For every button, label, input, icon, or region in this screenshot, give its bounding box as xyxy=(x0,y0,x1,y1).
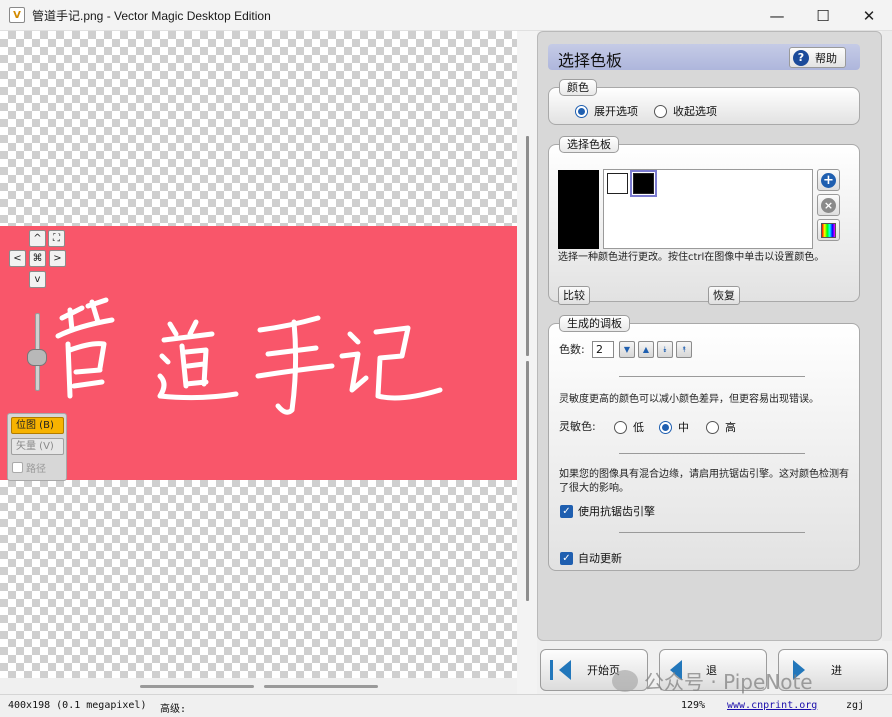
sensitivity-note: 灵敏度更高的颜色可以减小颜色差异，但更容易出现错误。 xyxy=(559,394,819,405)
radio-icon[interactable] xyxy=(614,420,627,434)
wizard-panel: 选择色板 ? 帮助 颜色 展开选项 收起选项 选择色板 + × 选择一种颜色进行… xyxy=(537,31,882,641)
home-arrow-icon xyxy=(559,660,571,680)
next-label: 进 xyxy=(831,664,842,677)
antialias-note: 如果您的图像具有混合边缘，请启用抗锯齿引擎。这对颜色检测有了很大的影响。 xyxy=(559,469,849,494)
antialias-label: 使用抗锯齿引擎 xyxy=(578,505,655,518)
palette-group-label: 选择色板 xyxy=(559,136,619,153)
panel-header: 选择色板 ? 帮助 xyxy=(548,44,860,70)
radio-selected-icon[interactable] xyxy=(659,420,672,434)
selected-color-preview xyxy=(558,170,599,249)
home-bar-icon xyxy=(550,660,553,680)
fit-view-icon[interactable]: ⛶ xyxy=(48,230,65,247)
panel-splitter[interactable] xyxy=(517,31,537,694)
palette-swatch-list[interactable] xyxy=(603,169,813,249)
wechat-icon xyxy=(612,669,638,692)
level-label: 高级: xyxy=(160,704,187,715)
color-group-label: 颜色 xyxy=(559,79,597,96)
watermark-text: 公众号 · PipeNote xyxy=(644,670,813,694)
app-icon: V xyxy=(9,7,25,23)
radio-selected-icon[interactable] xyxy=(575,104,588,118)
splitter-grip-bottom[interactable] xyxy=(526,361,529,601)
spectrum-icon xyxy=(821,222,836,238)
swatch-black[interactable] xyxy=(630,170,657,197)
paths-checkbox[interactable] xyxy=(12,462,23,473)
sensitivity-mid-label: 中 xyxy=(678,421,689,434)
center-view-icon[interactable]: ⌘ xyxy=(29,250,46,267)
zoom-slider-thumb[interactable] xyxy=(27,349,47,366)
watermark: 公众号 · PipeNote xyxy=(612,666,813,695)
compare-button[interactable]: 比较 xyxy=(558,286,590,305)
close-button[interactable]: ✕ xyxy=(846,0,892,31)
remove-icon: × xyxy=(821,197,836,213)
color-count-label: 色数: xyxy=(559,343,585,356)
checkbox-checked-icon[interactable]: ✓ xyxy=(560,504,573,518)
help-button[interactable]: ? 帮助 xyxy=(789,47,846,68)
maximize-button[interactable]: ☐ xyxy=(800,0,846,31)
image-dimensions: 400x198 (0.1 megapixel) xyxy=(8,700,147,711)
paths-toggle[interactable]: 路径 xyxy=(12,460,46,475)
auto-update-label: 自动更新 xyxy=(578,552,622,565)
radio-icon[interactable] xyxy=(706,420,719,434)
pan-up-button[interactable]: ^ xyxy=(29,230,46,247)
increase-count-button[interactable]: ▲ xyxy=(638,341,654,358)
image-canvas[interactable]: ^ ⛶ < ⌘ > v 位图 (B) 矢量 (V) 路径 xyxy=(0,31,517,678)
swatch-white[interactable] xyxy=(607,173,628,194)
color-picker-button[interactable] xyxy=(817,219,840,241)
status-bar: 400x198 (0.1 megapixel) 高级: 129% www.cnp… xyxy=(0,694,892,717)
decrease-count-button[interactable]: ▼ xyxy=(619,341,635,358)
expand-options-radio[interactable]: 展开选项 xyxy=(575,103,638,119)
minimize-button[interactable]: — xyxy=(754,0,800,31)
restore-button[interactable]: 恢复 xyxy=(708,286,740,305)
increase-fast-button[interactable]: ⯭ xyxy=(676,341,692,358)
palette-hint: 选择一种颜色进行更改。按住ctrl在图像中单击以设置颜色。 xyxy=(558,252,825,263)
preview-image xyxy=(0,226,517,480)
auto-update-checkbox-row[interactable]: ✓ 自动更新 xyxy=(560,550,622,566)
checkbox-checked-icon[interactable]: ✓ xyxy=(560,551,573,565)
panel-vertical-scrollbar[interactable] xyxy=(882,31,892,641)
decrease-fast-button[interactable]: ⯯ xyxy=(657,341,673,358)
view-mode-panel: 位图 (B) 矢量 (V) 路径 xyxy=(7,413,67,481)
antialias-checkbox-row[interactable]: ✓ 使用抗锯齿引擎 xyxy=(560,503,655,519)
color-count-input[interactable]: 2 xyxy=(592,341,614,358)
divider xyxy=(619,453,805,454)
panel-title: 选择色板 xyxy=(558,51,623,70)
plus-icon: + xyxy=(821,172,836,188)
title-bar: V 管道手记.png - Vector Magic Desktop Editio… xyxy=(0,0,892,31)
window-title: 管道手记.png - Vector Magic Desktop Edition xyxy=(32,8,271,23)
pan-left-button[interactable]: < xyxy=(9,250,26,267)
website-link[interactable]: www.cnprint.org xyxy=(727,700,817,711)
remove-color-button[interactable]: × xyxy=(817,194,840,216)
splitter-grip-top[interactable] xyxy=(526,136,529,356)
help-icon: ? xyxy=(793,49,809,66)
pan-down-button[interactable]: v xyxy=(29,271,46,288)
vector-mode-button[interactable]: 矢量 (V) xyxy=(11,438,64,455)
help-label: 帮助 xyxy=(815,51,837,65)
sensitivity-high-radio[interactable]: 高 xyxy=(706,419,736,435)
color-group: 颜色 展开选项 收起选项 xyxy=(548,79,860,125)
scrollbar-thumb-left[interactable] xyxy=(140,685,254,688)
expand-options-label: 展开选项 xyxy=(594,105,638,118)
sensitivity-low-radio[interactable]: 低 xyxy=(614,419,644,435)
pan-right-button[interactable]: > xyxy=(49,250,66,267)
canvas-horizontal-scrollbar[interactable] xyxy=(0,678,517,694)
sensitivity-low-label: 低 xyxy=(633,421,644,434)
collapse-options-label: 收起选项 xyxy=(673,105,717,118)
handwriting-image xyxy=(55,297,443,415)
palette-group: 选择色板 + × 选择一种颜色进行更改。按住ctrl在图像中单击以设置颜色。 比… xyxy=(548,136,860,305)
paths-label: 路径 xyxy=(26,464,46,475)
radio-icon[interactable] xyxy=(654,104,667,118)
divider xyxy=(619,376,805,377)
generated-palette-group: 生成的调板 色数: 2 ▼ ▲ ⯯ ⯭ 灵敏度更高的颜色可以减小颜色差异，但更容… xyxy=(548,315,860,571)
sensitivity-high-label: 高 xyxy=(725,421,736,434)
collapse-options-radio[interactable]: 收起选项 xyxy=(654,103,717,119)
divider xyxy=(619,532,805,533)
sensitivity-mid-radio[interactable]: 中 xyxy=(659,419,689,435)
zoom-level: 129% xyxy=(681,700,706,711)
generated-group-label: 生成的调板 xyxy=(559,315,630,332)
user-name: zgj xyxy=(846,700,865,711)
bitmap-mode-button[interactable]: 位图 (B) xyxy=(11,417,64,434)
scrollbar-thumb-right[interactable] xyxy=(264,685,378,688)
sensitivity-label: 灵敏色: xyxy=(559,420,596,433)
add-color-button[interactable]: + xyxy=(817,169,840,191)
